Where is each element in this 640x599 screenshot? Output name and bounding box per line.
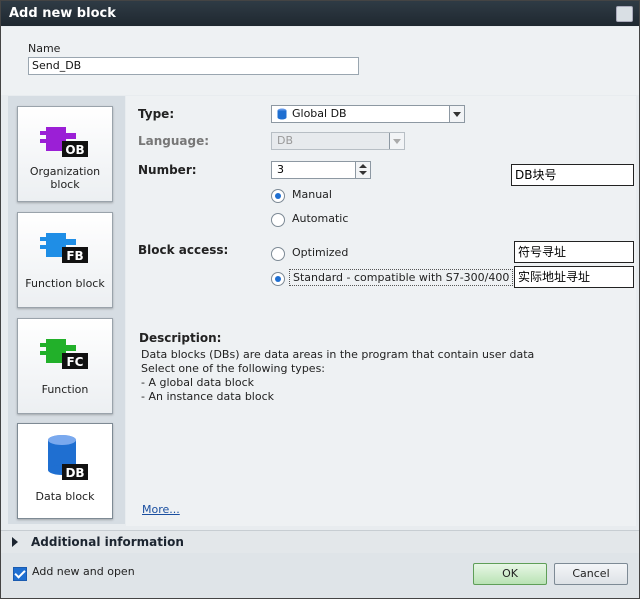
block-type-panel: OB Organization block FB Function block … [8,96,125,524]
annotation-absolute: 实际地址寻址 [514,266,634,288]
organization-block-label: Organization block [29,165,101,191]
annotation-db-number: DB块号 [511,164,634,186]
additional-information-label: Additional information [31,535,184,549]
stepper-up-icon[interactable] [359,164,367,168]
description-line: - A global data block [141,376,254,389]
ob-icon-text: OB [65,143,84,157]
db-small-icon [277,108,287,120]
stepper-down-icon[interactable] [359,171,367,175]
fc-icon-text: FC [66,355,83,369]
description-line: - An instance data block [141,390,275,403]
block-properties-form: Type: Global DB Language: DB Number: 3 M… [126,96,636,526]
close-button[interactable] [616,6,633,22]
db-cylinder-icon: DB [48,435,88,480]
language-select: DB [271,132,405,150]
number-value: 3 [277,163,284,176]
title-bar: Add new block [1,1,639,26]
add-new-and-open-checkbox[interactable] [13,567,27,581]
fb-icon-text: FB [66,249,83,263]
data-block-tile[interactable]: DB Data block [17,423,113,519]
type-label: Type: [138,107,175,121]
annotation-symbolic: 符号寻址 [514,241,634,263]
language-label: Language: [138,134,210,148]
number-label: Number: [138,163,197,177]
function-tile[interactable]: FC Function [17,318,113,414]
function-block-tile[interactable]: FB Function block [17,212,113,308]
add-new-and-open-label: Add new and open [32,565,135,578]
name-section: Name Send_DB [1,27,639,95]
ok-button[interactable]: OK [473,563,547,585]
expand-triangle-icon[interactable] [12,537,18,547]
data-block-label: Data block [35,490,95,503]
description-title: Description: [139,331,222,345]
more-link[interactable]: More... [142,503,180,516]
block-access-label: Block access: [138,243,229,257]
automatic-label: Automatic [292,212,349,225]
manual-label: Manual [292,188,332,201]
manual-radio[interactable] [271,189,285,203]
automatic-radio[interactable] [271,213,285,227]
description-line: Data blocks (DBs) are data areas in the … [141,348,535,361]
optimized-radio[interactable] [271,247,285,261]
chevron-down-icon [389,133,404,149]
fb-block-icon: FB [40,233,88,263]
name-input[interactable]: Send_DB [28,57,359,75]
cancel-button[interactable]: Cancel [554,563,628,585]
ob-block-icon: OB [40,127,88,157]
type-select-value: Global DB [292,107,347,120]
chevron-down-icon[interactable] [449,106,464,122]
function-block-label: Function block [25,277,105,290]
optimized-label: Optimized [292,246,349,259]
dialog-title: Add new block [9,6,116,21]
type-select[interactable]: Global DB [271,105,465,123]
name-label: Name [28,42,61,55]
number-stepper[interactable]: 3 [271,161,371,179]
db-icon-text: DB [65,466,84,480]
function-label: Function [41,383,89,396]
language-select-value: DB [277,134,294,147]
add-new-block-dialog: Add new block Name Send_DB OB Organizati… [0,0,640,599]
standard-radio[interactable] [271,272,285,286]
fc-block-icon: FC [40,339,88,369]
dialog-footer: Add new and open OK Cancel [1,553,639,598]
description-line: Select one of the following types: [141,362,326,375]
additional-information-section[interactable]: Additional information [1,530,639,553]
stepper-buttons[interactable] [355,162,370,178]
standard-label: Standard - compatible with S7-300/400 [289,269,514,286]
organization-block-tile[interactable]: OB Organization block [17,106,113,202]
